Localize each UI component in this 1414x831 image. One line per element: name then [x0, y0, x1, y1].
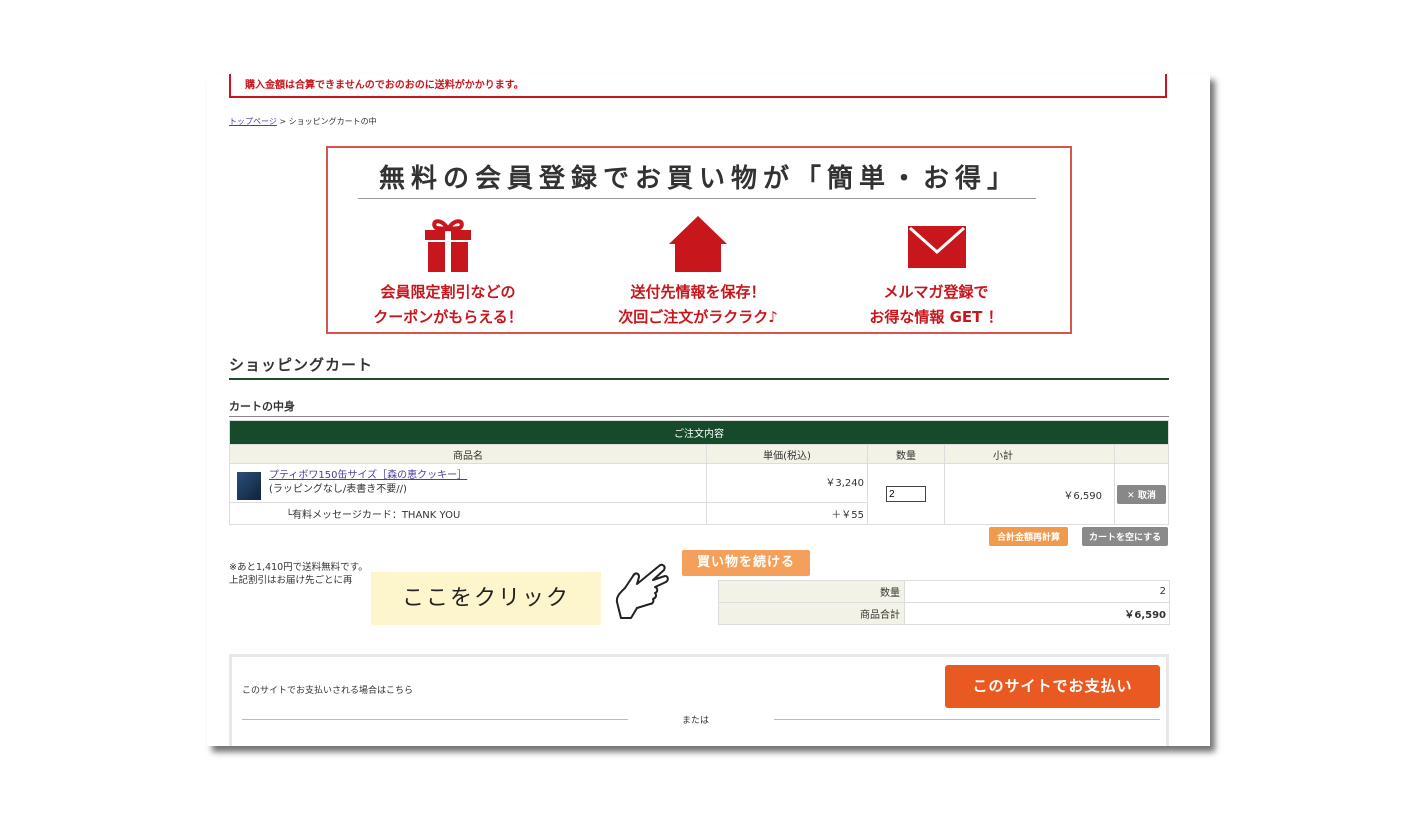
- banner-divider: [358, 198, 1036, 199]
- payment-box: このサイトでお支払いされる場合はこちら このサイトでお支払い または: [229, 654, 1169, 746]
- feature-address-line1: 送付先情報を保存！: [630, 283, 766, 301]
- product-thumbnail[interactable]: [237, 472, 261, 500]
- summary-quantity-label: 数量: [718, 580, 905, 603]
- cart-heading: ショッピングカート: [229, 354, 1169, 380]
- quantity-input[interactable]: [886, 486, 926, 502]
- column-header-price: 単価(税込): [706, 444, 868, 464]
- continue-shopping-button[interactable]: 買い物を続ける: [682, 550, 810, 576]
- product-name-link[interactable]: プティボワ150缶サイズ［森の恵クッキー］: [269, 470, 467, 481]
- column-header-actions: [1114, 444, 1169, 464]
- or-label: または: [682, 716, 710, 726]
- breadcrumb-current: ショッピングカートの中: [288, 117, 377, 126]
- shipping-notes: ※あと1,410円で送料無料です。 上記割引はお届け先ごとに再: [229, 561, 368, 587]
- cart-item-product-cell: プティボワ150缶サイズ［森の恵クッキー］ (ラッピングなし/表書き不要//): [229, 463, 707, 503]
- feature-coupon: 会員限定割引などの クーポンがもらえる！: [338, 214, 558, 330]
- feature-newsletter: メルマガ登録で お得な情報 GET ！: [826, 214, 1046, 330]
- member-registration-banner[interactable]: 無料の会員登録でお買い物が「簡単・お得」 会員限定割引などの クーポンがもらえる…: [326, 146, 1072, 334]
- breadcrumb-home-link[interactable]: トップページ: [229, 117, 277, 126]
- feature-newsletter-line1: メルマガ登録で: [883, 283, 989, 301]
- summary-total-label: 商品合計: [718, 602, 905, 625]
- free-shipping-note: ※あと1,410円で送料無料です。: [229, 562, 368, 573]
- feature-coupon-line1: 会員限定割引などの: [380, 283, 516, 301]
- house-icon: [588, 214, 808, 274]
- empty-cart-button[interactable]: カートを空にする: [1082, 527, 1169, 546]
- breadcrumb-separator: >: [276, 117, 289, 126]
- mail-icon: [826, 214, 1046, 274]
- cancel-item-button[interactable]: ✕ 取消: [1117, 484, 1166, 504]
- shipping-notice: 購入金額は合算できませんのでおのおのに送料がかかります。: [229, 74, 1167, 98]
- product-subtotal: ￥6,590: [944, 463, 1115, 525]
- column-header-subtotal: 小計: [944, 444, 1115, 464]
- cart-table-title: ご注文内容: [229, 420, 1169, 445]
- cancel-cell: ✕ 取消: [1114, 463, 1169, 525]
- column-header-product: 商品名: [229, 444, 707, 464]
- recalculate-button[interactable]: 合計金額再計算: [989, 527, 1069, 546]
- payment-description: このサイトでお支払いされる場合はこちら: [242, 686, 414, 696]
- addon-label: └有料メッセージカード：THANK YOU: [229, 502, 707, 525]
- order-summary-table: 数量 2 商品合計 ￥6,590: [718, 580, 1170, 625]
- summary-quantity-value: 2: [904, 580, 1170, 603]
- page-frame: 購入金額は合算できませんのでおのおのに送料がかかります。 トップページ > ショ…: [207, 74, 1210, 746]
- pay-on-site-button[interactable]: このサイトでお支払い: [945, 665, 1160, 708]
- summary-quantity-row: 数量 2: [718, 580, 1170, 603]
- feature-coupon-line2: クーポンがもらえる！: [373, 308, 523, 326]
- cart-table: ご注文内容 商品名 単価(税込) 数量 小計 プティボワ150缶サイズ［森の恵ク…: [229, 420, 1169, 525]
- feature-address: 送付先情報を保存！ 次回ご注文がラクラク♪: [588, 214, 808, 330]
- gift-icon: [338, 214, 558, 274]
- cart-contents-heading: カートの中身: [229, 398, 1169, 417]
- pointing-hand-icon: [613, 558, 675, 626]
- cart-column-headers: 商品名 単価(税込) 数量 小計: [229, 444, 1169, 464]
- product-options: (ラッピングなし/表書き不要//): [269, 484, 407, 495]
- cart-item-row: プティボワ150缶サイズ［森の恵クッキー］ (ラッピングなし/表書き不要//) …: [229, 463, 1169, 525]
- summary-total-row: 商品合計 ￥6,590: [718, 602, 1170, 625]
- discount-note: 上記割引はお届け先ごとに再: [229, 575, 353, 586]
- or-divider-right: [774, 719, 1160, 720]
- breadcrumb: トップページ > ショッピングカートの中: [229, 116, 377, 127]
- addon-price: ＋￥55: [706, 502, 868, 525]
- click-here-callout: ここをクリック: [371, 572, 601, 625]
- summary-total-value: ￥6,590: [904, 602, 1170, 625]
- feature-address-line2: 次回ご注文がラクラク♪: [618, 308, 778, 326]
- quantity-cell: [867, 463, 945, 525]
- feature-newsletter-line2: お得な情報 GET ！: [869, 308, 1003, 326]
- banner-title: 無料の会員登録でお買い物が「簡単・お得」: [378, 164, 1019, 194]
- product-price: ￥3,240: [706, 463, 868, 503]
- or-divider-left: [242, 719, 628, 720]
- column-header-quantity: 数量: [867, 444, 945, 464]
